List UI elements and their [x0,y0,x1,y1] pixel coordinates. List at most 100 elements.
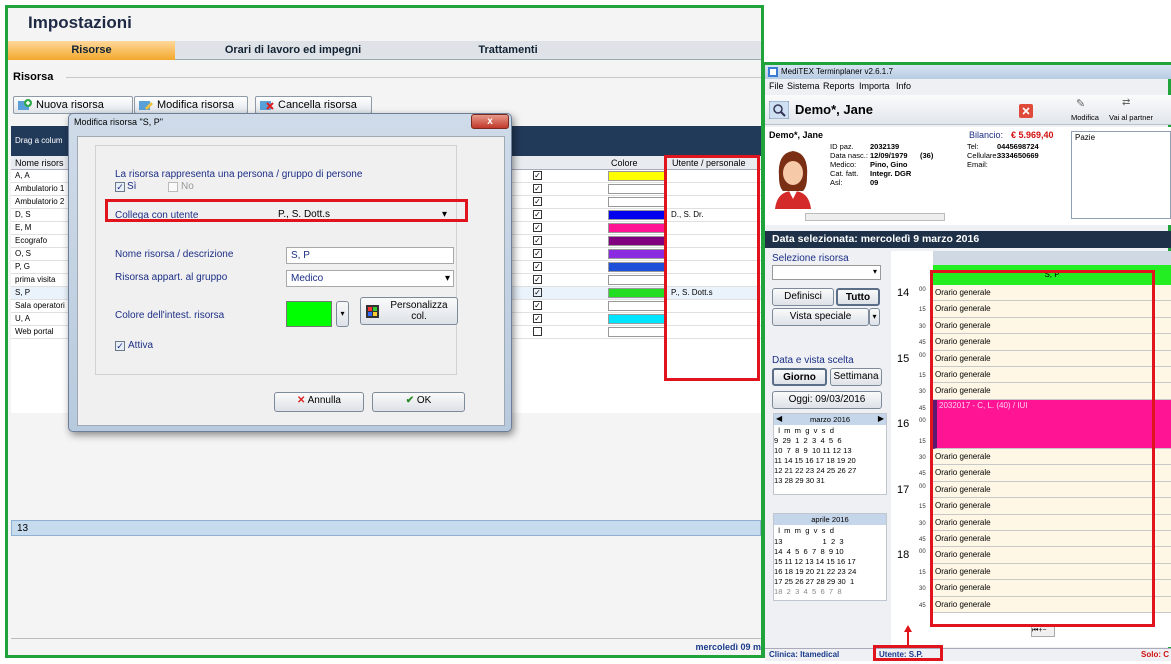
patient-name-field[interactable]: Demo*, Jane [795,102,873,117]
resource-name: A, A [15,171,30,180]
resource-name: S, P [15,288,31,297]
calendar-week[interactable]: 11 14 15 16 17 18 19 20 [774,456,856,465]
giorno-button[interactable]: Giorno [772,368,827,386]
active-checkbox[interactable]: ✓ [533,249,542,258]
nome-risorsa-input[interactable]: S, P [286,247,454,264]
minute-label: 00 [919,418,926,425]
menu-sistema[interactable]: Sistema [787,81,820,91]
chevron-down-icon: ▾ [872,267,877,276]
left-control-pane: Selezione risorsa ▾ Definisci Tutto Vist… [769,251,887,647]
minute-label: 00 [919,483,926,490]
dialog-close-button[interactable]: x [471,114,509,129]
active-checkbox[interactable]: ✓ [533,262,542,271]
vista-dropdown-button[interactable]: ▾ [869,308,880,326]
minute-label: 00 [919,549,926,556]
highlight-user-column [664,155,760,381]
row-count-bar: 13 [11,520,761,536]
calendar-week[interactable]: 10 7 8 9 10 11 12 13 [774,446,852,455]
resource-name: U, A [15,314,31,323]
oggi-button[interactable]: Oggi: 09/03/2016 [772,391,882,409]
modifica-button[interactable]: Modifica [1071,113,1099,122]
resource-name: prima visita [15,275,56,284]
hour-label: 16 [897,418,910,431]
annulla-button[interactable]: ✕ Annulla [274,392,364,412]
calendar-week[interactable]: 15 11 12 13 14 15 16 17 [774,557,856,566]
tab-orari-lavoro[interactable]: Orari di lavoro ed impegni [178,41,408,60]
persona-question-label: La risorsa rappresenta una persona / gru… [115,169,363,180]
color-cell [608,288,666,298]
color-cell [608,223,666,233]
partner-button[interactable]: Vai al partner [1109,113,1153,122]
menu-info[interactable]: Info [896,81,911,91]
no-checkbox[interactable] [168,182,178,192]
tutto-button[interactable]: Tutto [836,288,880,306]
personalizza-button[interactable]: Personalizza col. [360,297,458,325]
definisci-button[interactable]: Definisci [772,288,834,306]
active-checkbox[interactable]: ✓ [533,171,542,180]
bilancio-label: Bilancio: [969,130,1004,140]
si-checkbox[interactable]: ✓ [115,182,125,192]
resource-name: Ambulatorio 2 [15,197,65,206]
menu-importa[interactable]: Importa [859,81,890,91]
nav-controls[interactable]: ⏮+− [1031,626,1055,637]
new-resource-button[interactable]: Nuova risorsa [13,96,133,114]
active-checkbox[interactable] [533,327,542,336]
edit-resource-button[interactable]: Modifica risorsa [134,96,248,114]
calendar-week[interactable]: 18 2 3 4 5 6 7 8 [774,587,842,596]
color-cell [608,171,666,181]
tel-label: Tel: [967,142,979,151]
calendar-week[interactable]: 13 28 29 30 31 [774,476,825,485]
minute-label: 30 [919,323,926,330]
active-checkbox[interactable]: ✓ [533,184,542,193]
clear-icon[interactable] [1019,104,1033,118]
active-checkbox[interactable]: ✓ [533,236,542,245]
calendar-weekday-header: l m m g v s d [774,426,834,435]
settimana-button[interactable]: Settimana [830,368,882,386]
medico-value: Pino, Gino [870,160,908,169]
calendar-week[interactable]: 16 18 19 20 21 22 23 24 [774,567,856,576]
menu-file[interactable]: File [769,81,784,91]
color-cell [608,314,666,324]
active-checkbox[interactable]: ✓ [533,301,542,310]
attiva-checkbox[interactable]: ✓ [115,341,125,351]
tab-risorse[interactable]: Risorse [8,41,175,60]
active-checkbox[interactable]: ✓ [533,288,542,297]
new-resource-label: Nuova risorsa [36,99,104,111]
color-cell [608,327,666,337]
active-checkbox[interactable]: ✓ [533,275,542,284]
delete-resource-button[interactable]: Cancella risorsa [255,96,372,114]
check-icon: ✔ [405,395,415,406]
color-dropdown-button[interactable]: ▾ [336,301,349,327]
window-titlebar: MediTEX Terminplaner v2.6.1.7 [765,65,1171,79]
calendar-week[interactable]: 9 29 1 2 3 4 5 6 [774,436,842,445]
active-checkbox[interactable]: ✓ [533,223,542,232]
color-swatch[interactable] [286,301,332,327]
minute-label: 45 [919,602,926,609]
calendar-week[interactable]: 13 1 2 3 [774,537,844,546]
resource-select[interactable]: ▾ [772,265,881,280]
prev-month-icon[interactable]: ◀ [776,414,782,423]
active-checkbox[interactable]: ✓ [533,197,542,206]
patient-scrollbar[interactable] [805,213,945,221]
calendar-week[interactable]: 17 25 26 27 28 29 30 1 [774,577,854,586]
cell-label: Cellulare: [967,151,999,160]
calendar-week[interactable]: 12 21 22 23 24 25 26 27 [774,466,856,475]
pazienti-label: Pazie [1075,133,1096,142]
active-checkbox[interactable]: ✓ [533,210,542,219]
tab-trattamenti[interactable]: Trattamenti [408,41,608,60]
minute-label: 45 [919,405,926,412]
menu-reports[interactable]: Reports [823,81,855,91]
gruppo-select[interactable]: Medico [286,270,454,287]
selected-date: Data selezionata: mercoledì 9 marzo 2016 [772,233,980,245]
column-header-name[interactable]: Nome risors [15,158,64,168]
vista-speciale-button[interactable]: Vista speciale [772,308,869,326]
patient-search-icon[interactable] [769,101,789,119]
pazienti-panel: Pazie [1071,131,1171,219]
calendar-week[interactable]: 14 4 5 6 7 8 9 10 [774,547,844,556]
column-header-color[interactable]: Colore [611,158,638,168]
resource-name: D, S [15,210,31,219]
next-month-icon[interactable]: ▶ [878,414,884,423]
nasc-label: Data nasc.: [830,151,868,160]
ok-button[interactable]: ✔ OK [372,392,465,412]
active-checkbox[interactable]: ✓ [533,314,542,323]
